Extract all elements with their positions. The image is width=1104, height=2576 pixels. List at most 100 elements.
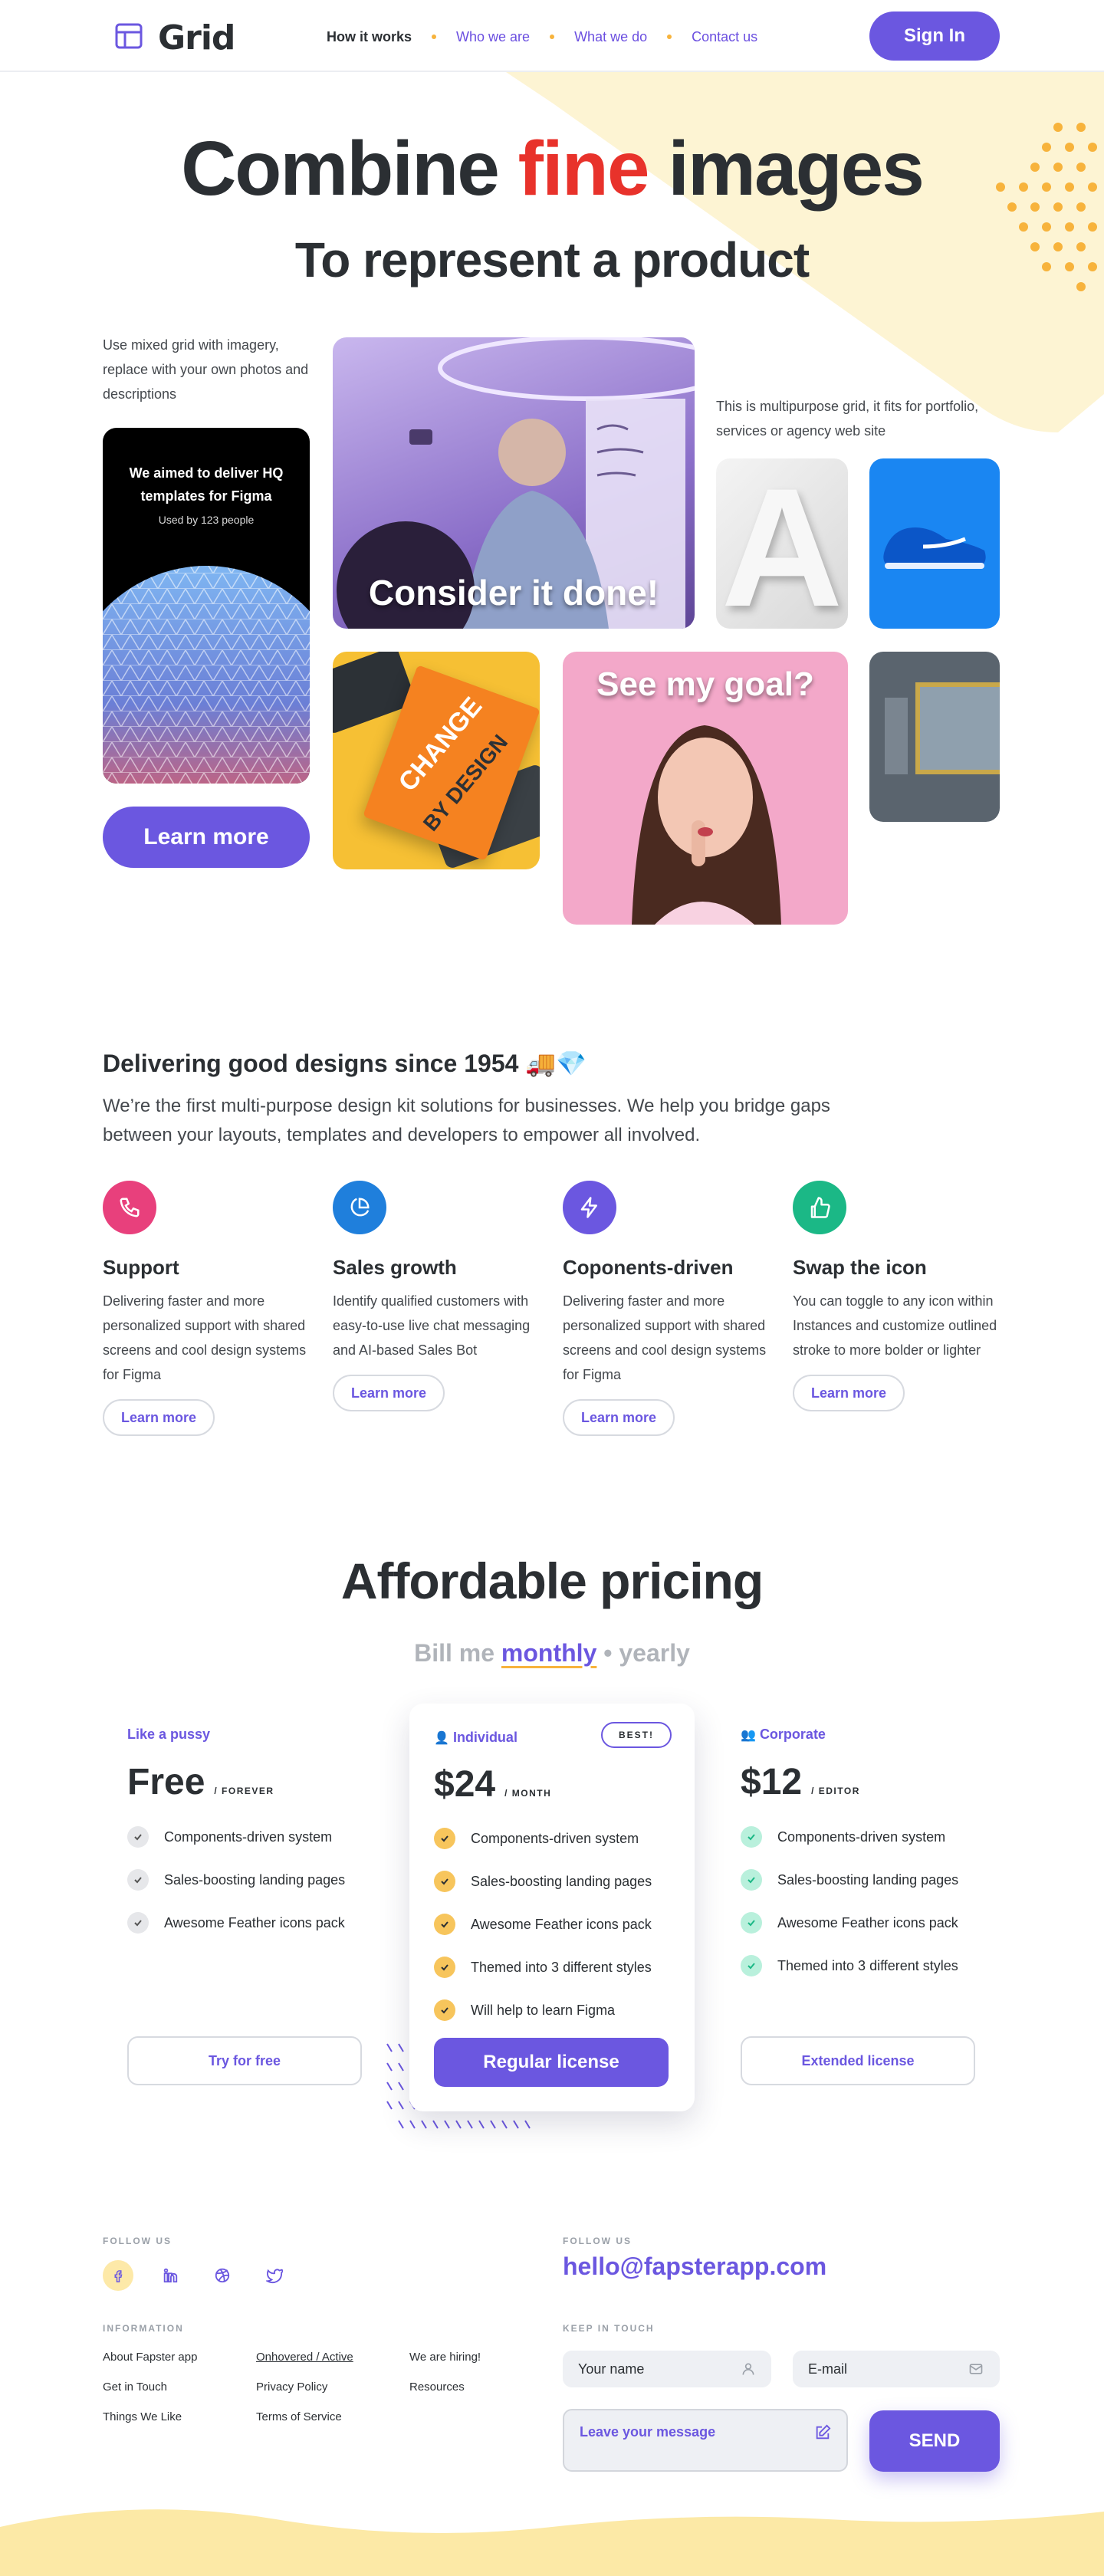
plan-feature-text: Components-driven system [471, 1830, 639, 1846]
billing-monthly-option[interactable]: monthly [501, 1639, 596, 1667]
footer-link-resources[interactable]: Resources [409, 2380, 481, 2394]
plan-label-text: Corporate [759, 1727, 826, 1742]
keep-in-touch-heading: KEEP IN TOUCH [563, 2323, 655, 2334]
plan-feature-text: Will help to learn Figma [471, 2002, 616, 2018]
plan-free: Like a pussy Free / FOREVER Components-d… [127, 1707, 362, 2101]
hero-title-part: images [668, 126, 925, 212]
feature-learn-more-button[interactable]: Learn more [103, 1399, 215, 1436]
nav-separator [432, 34, 437, 39]
feature-text: Delivering faster and more personalized … [103, 1293, 307, 1382]
plan-feature: Awesome Feather icons pack [434, 1903, 652, 1946]
building-card[interactable] [869, 652, 1000, 822]
dome-image [103, 566, 310, 784]
message-field-placeholder: Leave your message [580, 2424, 716, 2440]
plan-feature-text: Components-driven system [164, 1829, 333, 1845]
footer-link-hiring[interactable]: We are hiring! [409, 2351, 481, 2364]
plan-feature: Components-driven system [741, 1815, 975, 1858]
try-for-free-button[interactable]: Try for free [127, 2036, 362, 2085]
feature-learn-more-button[interactable]: Learn more [793, 1375, 905, 1411]
check-icon [434, 1914, 455, 1935]
user-icon [742, 2363, 754, 2375]
feature-swap-icon: Swap the icon You can toggle to any icon… [793, 1181, 1007, 1411]
follow-us-right-heading: FOLLOW US [563, 2236, 632, 2246]
thumbs-up-icon [793, 1181, 846, 1234]
book-card[interactable]: CHANGE BY DESIGN [333, 652, 540, 869]
facebook-icon[interactable] [103, 2260, 133, 2291]
nav-who-we-are[interactable]: Who we are [456, 29, 530, 45]
wall-panel [885, 698, 908, 774]
features-title: Delivering good designs since 1954 🚚💎 [103, 1050, 586, 1077]
plan-feature: Will help to learn Figma [434, 1989, 652, 2032]
footer-link-terms[interactable]: Terms of Service [256, 2410, 353, 2423]
message-field[interactable]: Leave your message [563, 2409, 848, 2472]
hero-subtitle: To represent a product [294, 232, 810, 288]
hero-left-text: Use mixed grid with imagery, replace wit… [103, 337, 309, 402]
plan-period: / MONTH [504, 1788, 552, 1799]
twitter-icon[interactable] [259, 2260, 290, 2291]
check-icon [127, 1912, 149, 1934]
footer-link-onhovered[interactable]: Onhovered / Active [256, 2351, 353, 2364]
plan-feature-text: Awesome Feather icons pack [777, 1914, 958, 1930]
social-icons [103, 2260, 290, 2291]
nav-what-we-do[interactable]: What we do [574, 29, 647, 45]
footer-links-col3: We are hiring! Resources [409, 2351, 481, 2394]
plan-corporate: 👥 Corporate $12 / EDITOR Components-driv… [741, 1707, 975, 2101]
plan-feature: Components-driven system [434, 1817, 652, 1860]
sign-in-button[interactable]: Sign In [869, 12, 1000, 61]
footer-link-about[interactable]: About Fapster app [103, 2351, 197, 2364]
name-field-placeholder: Your name [578, 2361, 645, 2377]
nav-how-it-works[interactable]: How it works [327, 29, 412, 45]
nav-separator [550, 34, 555, 39]
feature-text: Identify qualified customers with easy-t… [333, 1293, 531, 1358]
learn-more-button[interactable]: Learn more [103, 807, 310, 868]
check-icon [127, 1826, 149, 1848]
hero-title: Combine fine images [0, 130, 1104, 207]
feature-text: You can toggle to any icon within Instan… [793, 1293, 997, 1358]
feature-sales-growth: Sales growth Identify qualified customer… [333, 1181, 540, 1411]
footer-link-things-we-like[interactable]: Things We Like [103, 2410, 197, 2423]
logo-text[interactable]: Grid [158, 18, 235, 58]
letter-a-card[interactable]: A [716, 458, 848, 629]
features-description: We’re the first multi-purpose design kit… [103, 1096, 830, 1145]
send-button[interactable]: SEND [869, 2410, 1000, 2472]
plan-period: / EDITOR [811, 1786, 860, 1796]
sneaker-image [883, 527, 986, 569]
dome-card-title: We aimed to deliver HQ templates for Fig… [129, 465, 284, 504]
window-frame [915, 682, 1000, 774]
feature-title: Swap the icon [793, 1256, 927, 1279]
nav-contact-us[interactable]: Contact us [692, 29, 757, 45]
woman-photo[interactable]: See my goal? [563, 652, 848, 925]
name-field[interactable]: Your name [563, 2351, 771, 2387]
linkedin-icon[interactable] [155, 2260, 186, 2291]
dribbble-icon[interactable] [207, 2260, 238, 2291]
follow-us-heading: FOLLOW US [103, 2236, 172, 2246]
check-icon [127, 1869, 149, 1891]
billing-toggle: Bill me monthly • yearly [0, 1639, 1104, 1668]
footer-link-get-in-touch[interactable]: Get in Touch [103, 2380, 197, 2394]
billing-yearly-option[interactable]: yearly [619, 1639, 690, 1667]
regular-license-button[interactable]: Regular license [434, 2038, 669, 2087]
extended-license-button[interactable]: Extended license [741, 2036, 975, 2085]
plan-label: 👥 Corporate [741, 1727, 975, 1743]
feature-learn-more-button[interactable]: Learn more [333, 1375, 445, 1411]
feature-components-driven: Coponents-driven Delivering faster and m… [563, 1181, 785, 1436]
site-header: Grid How it works Who we are What we do … [0, 0, 1104, 72]
sneaker-card[interactable] [869, 458, 1000, 629]
user-icon: 👤 [434, 1732, 449, 1745]
plan-feature-text: Sales-boosting landing pages [164, 1871, 346, 1888]
plan-label: Like a pussy [127, 1727, 211, 1742]
layout-icon [115, 23, 143, 49]
footer-link-privacy[interactable]: Privacy Policy [256, 2380, 353, 2394]
email-field[interactable]: E-mail [793, 2351, 1000, 2387]
plan-feature-text: Themed into 3 different styles [471, 1959, 652, 1975]
hero-title-part: Combine [181, 126, 500, 212]
presenter-photo[interactable]: Consider it done! [333, 337, 695, 629]
feature-learn-more-button[interactable]: Learn more [563, 1399, 675, 1436]
dome-card[interactable]: We aimed to deliver HQ templates for Fig… [103, 428, 310, 784]
lightning-icon [563, 1181, 616, 1234]
contact-email-link[interactable]: hello@fapsterapp.com [563, 2252, 826, 2281]
hero-title-highlight: fine [518, 126, 650, 212]
plan-feature-text: Awesome Feather icons pack [471, 1916, 652, 1932]
plan-label-text: Individual [452, 1730, 518, 1745]
plan-feature-text: Sales-boosting landing pages [777, 1871, 959, 1888]
